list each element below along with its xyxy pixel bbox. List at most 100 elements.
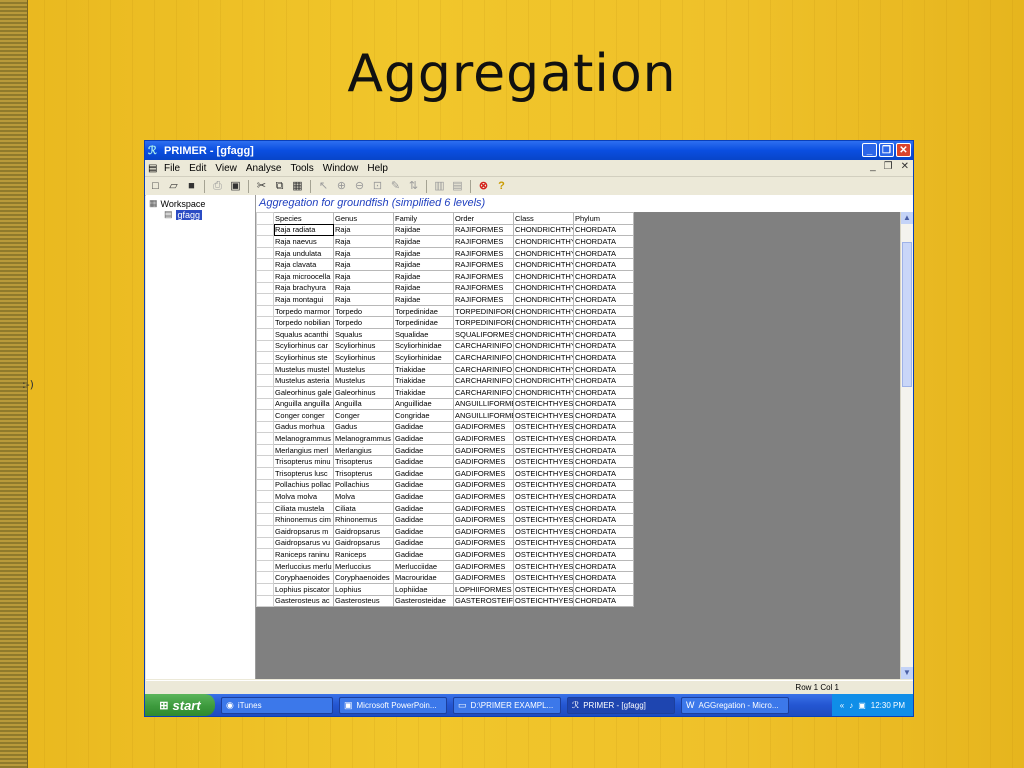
table-cell[interactable]: Raniceps — [333, 548, 394, 561]
column-header[interactable]: Species — [273, 212, 334, 225]
table-cell[interactable]: CHORDATA — [573, 269, 634, 283]
table-cell[interactable]: GADIFORMES — [453, 536, 514, 550]
table-cell[interactable]: OSTEICHTHYES — [513, 548, 574, 561]
column-header[interactable]: Class — [513, 212, 574, 225]
table-cell[interactable]: Congridae — [393, 409, 454, 422]
table-cell[interactable]: Raja undulata — [273, 246, 334, 260]
mdi-minimize-button[interactable]: _ — [870, 161, 876, 172]
table-cell[interactable]: GADIFORMES — [453, 420, 514, 434]
table-cell[interactable]: Rhinonemus cim — [273, 513, 334, 527]
menu-help[interactable]: Help — [367, 163, 388, 174]
table-cell[interactable]: Merlucciidae — [393, 559, 454, 573]
table-cell[interactable]: Gadidae — [393, 432, 454, 445]
scroll-down-arrow-icon[interactable]: ▼ — [901, 667, 913, 679]
table-cell[interactable]: CHORDATA — [573, 571, 634, 584]
table-cell[interactable]: Triakidae — [393, 362, 454, 376]
table-cell[interactable]: Rajidae — [393, 293, 454, 306]
table-cell[interactable]: CHORDATA — [573, 501, 634, 515]
table-cell[interactable]: CHORDATA — [573, 490, 634, 503]
table-cell[interactable]: GADIFORMES — [453, 467, 514, 480]
table-cell[interactable]: OSTEICHTHYES — [513, 443, 574, 457]
table-cell[interactable]: CHORDATA — [573, 235, 634, 248]
table-cell[interactable]: Raja clavata — [273, 258, 334, 271]
table-cell[interactable]: Rajidae — [393, 223, 454, 237]
table-cell[interactable]: Gaidropsarus — [333, 525, 394, 538]
table-cell[interactable]: Pollachius — [333, 478, 394, 492]
table-cell[interactable]: RAJIFORMES — [453, 269, 514, 283]
table-cell[interactable]: OSTEICHTHYES — [513, 536, 574, 550]
table-cell[interactable]: OSTEICHTHYES — [513, 409, 574, 422]
table-cell[interactable]: Raja — [333, 246, 394, 260]
table-cell[interactable]: CHORDATA — [573, 316, 634, 329]
table-cell[interactable]: RAJIFORMES — [453, 235, 514, 248]
table-cell[interactable]: Gadidae — [393, 478, 454, 492]
table-cell[interactable]: Torpedo marmor — [273, 304, 334, 318]
column-header[interactable]: Order — [453, 212, 514, 225]
select-icon[interactable]: ⊡ — [370, 179, 385, 194]
table-cell[interactable]: CHORDATA — [573, 583, 634, 596]
table-cell[interactable]: Torpedo — [333, 304, 394, 318]
table-cell[interactable]: Trisopterus minu — [273, 455, 334, 469]
table-cell[interactable]: CHORDATA — [573, 304, 634, 318]
start-button[interactable]: ⊞ start — [145, 694, 215, 716]
print-icon[interactable]: ⎙ — [210, 179, 225, 194]
table-cell[interactable]: Raja naevus — [273, 235, 334, 248]
table-cell[interactable]: GADIFORMES — [453, 548, 514, 561]
table-cell[interactable]: Squalidae — [393, 327, 454, 341]
sort-icon[interactable]: ⇅ — [406, 179, 421, 194]
column-header[interactable]: Phylum — [573, 212, 634, 225]
table-cell[interactable]: Ciliata mustela — [273, 501, 334, 515]
table-cell[interactable]: RAJIFORMES — [453, 281, 514, 295]
table-cell[interactable]: GADIFORMES — [453, 513, 514, 527]
table-cell[interactable]: Merlangius merl — [273, 443, 334, 457]
table-cell[interactable]: Conger — [333, 409, 394, 422]
table-cell[interactable]: Mustelus — [333, 362, 394, 376]
table-cell[interactable]: OSTEICHTHYES — [513, 420, 574, 434]
table-cell[interactable]: CHORDATA — [573, 362, 634, 376]
task-primer[interactable]: ℛ PRIMER - [gfagg] — [567, 696, 675, 714]
table-cell[interactable]: Macrouridae — [393, 571, 454, 584]
table-cell[interactable]: Rhinonemus — [333, 513, 394, 527]
table-cell[interactable]: Mustelus — [333, 374, 394, 387]
table-cell[interactable]: Gadidae — [393, 501, 454, 515]
table-cell[interactable]: CHORDATA — [573, 258, 634, 271]
table-cell[interactable]: GADIFORMES — [453, 443, 514, 457]
table-cell[interactable]: OSTEICHTHYES — [513, 559, 574, 573]
table-cell[interactable]: CHONDRICHTHY — [513, 327, 574, 341]
table-cell[interactable]: CHONDRICHTHY — [513, 316, 574, 329]
restore-button[interactable]: ❐ — [879, 143, 894, 157]
table-cell[interactable]: LOPHIIFORMES — [453, 583, 514, 596]
table-cell[interactable]: Gadus — [333, 420, 394, 434]
table-cell[interactable]: CHONDRICHTHY — [513, 269, 574, 283]
table-cell[interactable]: Mustelus mustel — [273, 362, 334, 376]
table-cell[interactable]: Pollachius pollac — [273, 478, 334, 492]
table-cell[interactable]: CHONDRICHTHY — [513, 385, 574, 399]
table-cell[interactable]: OSTEICHTHYES — [513, 478, 574, 492]
table-cell[interactable]: Torpedinidae — [393, 304, 454, 318]
task-folder[interactable]: ▭ D:\PRIMER EXAMPL... — [453, 696, 561, 714]
table-cell[interactable]: Raja — [333, 269, 394, 283]
table-cell[interactable]: RAJIFORMES — [453, 223, 514, 237]
table-cell[interactable]: Gadidae — [393, 525, 454, 538]
table-cell[interactable]: Merluccius merlu — [273, 559, 334, 573]
table-cell[interactable]: OSTEICHTHYES — [513, 397, 574, 411]
window-titlebar[interactable]: ℛ PRIMER - [gfagg] _ ❐ ✕ — [145, 141, 913, 160]
table-cell[interactable]: Gasterosteus — [333, 594, 394, 608]
table-cell[interactable]: Coryphaenoides — [273, 571, 334, 584]
table-cell[interactable]: Anguilla — [333, 397, 394, 411]
table-cell[interactable]: Lophius piscator — [273, 583, 334, 596]
close-button[interactable]: ✕ — [896, 143, 911, 157]
table-cell[interactable]: OSTEICHTHYES — [513, 432, 574, 445]
table-cell[interactable]: CHORDATA — [573, 443, 634, 457]
table-cell[interactable]: Mustelus asteria — [273, 374, 334, 387]
table-cell[interactable]: Gadidae — [393, 536, 454, 550]
table-cell[interactable]: Gadidae — [393, 443, 454, 457]
table-cell[interactable]: RAJIFORMES — [453, 258, 514, 271]
table-cell[interactable]: Raja microocella — [273, 269, 334, 283]
table-cell[interactable]: OSTEICHTHYES — [513, 594, 574, 608]
menu-tools[interactable]: Tools — [290, 163, 313, 174]
table-cell[interactable]: CARCHARINIFO — [453, 339, 514, 353]
table-cell[interactable]: Coryphaenoides — [333, 571, 394, 584]
table-cell[interactable]: CHORDATA — [573, 385, 634, 399]
table-cell[interactable]: CHONDRICHTHY — [513, 223, 574, 237]
